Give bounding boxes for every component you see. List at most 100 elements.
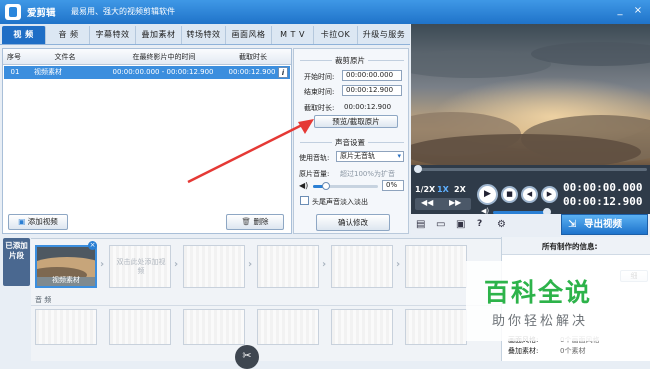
export-video-button[interactable]: ⇲ 导出视频 [561,214,648,235]
audio-slot [183,309,245,345]
timeline-empty-slot [331,245,393,288]
timeline-panel: 视频素材 × › 双击此处添加视频 › › › › 音 频 ✂ [31,238,501,369]
seek-bar[interactable] [414,165,647,173]
volume-knob[interactable] [322,182,330,190]
frame-step-bar: ◀◀ ▶▶ [415,198,471,210]
row-index: 01 [10,68,20,76]
next-frame-button[interactable]: ▶ [541,186,558,203]
end-time-label: 结束时间: [304,88,335,96]
timeline-drop-slot[interactable]: 双击此处添加视频 [109,245,171,288]
row-filename: 视频素材 [34,68,62,76]
video-preview[interactable] [411,24,650,165]
info-overlay-label: 叠加素材: [508,347,539,355]
trash-icon: 🗑 [241,217,252,226]
col-index: 序号 [7,53,21,61]
seek-knob[interactable] [414,165,422,173]
chevron-right-icon: › [322,259,327,270]
col-filename: 文件名 [54,53,76,61]
title-bar: 爱剪辑 最易用、强大的视频剪辑软件 _ × [0,0,650,24]
tab-transitions[interactable]: 转场特效 [182,26,226,44]
audio-slot [109,309,171,345]
app-name: 爱剪辑 [27,8,56,19]
app-slogan: 最易用、强大的视频剪辑软件 [71,7,175,16]
audio-track-value: 原片无音轨 [340,152,375,160]
add-video-label: 添加视频 [27,217,58,226]
duration-value: 00:00:12.900 [344,103,392,111]
preview-clip-button[interactable]: 预览/截取原片 [314,115,398,128]
save-icon[interactable]: ▣ [456,219,465,230]
total-time: 00:00:12.900 [563,195,643,208]
clip-section-title: 裁剪原片 [332,55,368,66]
app-logo-icon [5,4,21,20]
clip-label: 视频素材 [52,276,80,284]
row-time: 00:00:00.000 - 00:00:12.900 [112,68,214,76]
watermark-subtitle: 助你轻松解决 [492,314,589,329]
col-duration: 截取时长 [239,53,267,61]
delete-button[interactable]: 🗑 删除 [226,214,284,230]
open-folder-icon[interactable]: ▤ [416,219,425,230]
export-bar: ▤ ▭ ▣ ? ⚙ ⇲ 导出视频 [411,214,650,236]
audio-slot [331,309,393,345]
tab-mtv[interactable]: M T V [272,26,314,44]
tab-karaoke[interactable]: 卡拉OK [314,26,358,44]
close-button[interactable]: × [629,3,647,19]
volume-hint: 超过100%为扩音 [340,170,396,178]
speed-2x[interactable]: 2X [454,185,466,194]
watermark: 百科全说 助你轻松解决 [466,261,650,341]
clip-thumbnail [37,247,95,283]
volume-input[interactable]: 0% [382,180,404,191]
audio-section-title: 声音设置 [332,137,368,148]
delete-label: 删除 [253,217,269,226]
step-forward-icon[interactable]: ▶▶ [449,198,461,207]
start-time-label: 开始时间: [304,73,335,81]
scissors-icon[interactable]: ✂ [235,345,259,369]
annotation-arrow [187,119,314,184]
divider [31,305,501,306]
tab-overlay[interactable]: 叠加素材 [136,26,182,44]
confirm-button[interactable]: 确认修改 [316,214,390,231]
volume-slider[interactable] [313,182,378,190]
tab-subtitle-effects[interactable]: 字幕特效 [90,26,136,44]
chevron-right-icon: › [174,259,179,270]
info-header: 所有制作的信息: [502,237,650,255]
table-header: 序号 文件名 在最终影片中的时间 截取时长 [3,49,291,65]
fade-checkbox[interactable] [300,196,309,205]
timeline-empty-slot [405,245,467,288]
remove-clip-icon[interactable]: × [88,241,97,250]
preview-image [411,24,650,165]
info-title: 所有制作的信息: [542,242,598,251]
fade-label: 头尾声音淡入淡出 [312,198,368,206]
speed-half[interactable]: 1/2X [415,185,435,194]
watermark-title: 百科全说 [484,278,593,307]
export-icon: ⇲ [568,219,577,230]
audio-slot [405,309,467,345]
row-duration: 00:00:12.900 [228,68,276,76]
speed-1x[interactable]: 1X [437,185,449,194]
minimize-button[interactable]: _ [611,3,629,19]
audio-slot [257,309,319,345]
play-button[interactable]: ▶ [477,184,498,205]
help-icon[interactable]: ? [477,219,482,229]
tab-upgrade[interactable]: 升级与服务 [358,26,410,44]
col-time: 在最终影片中的时间 [132,53,196,61]
chevron-right-icon: › [100,259,105,270]
prev-frame-button[interactable]: ◀ [521,186,538,203]
new-project-icon[interactable]: ▭ [436,219,445,230]
added-clips-label: 已添加片段 [3,238,30,286]
tab-audio[interactable]: 音 频 [48,26,90,44]
add-video-button[interactable]: ▣ 添加视频 [8,214,68,230]
start-time-input[interactable]: 00:00:00.000 [342,70,402,81]
info-icon[interactable]: i [278,67,288,78]
table-row[interactable]: 01 视频素材 00:00:00.000 - 00:00:12.900 00:0… [4,66,290,79]
timeline-clip[interactable]: 视频素材 [35,245,97,288]
audio-track-select[interactable]: 原片无音轨 ▾ [336,151,404,162]
chevron-right-icon: › [248,259,253,270]
tab-styles[interactable]: 画面风格 [226,26,272,44]
stop-button[interactable]: ■ [501,186,518,203]
settings-icon[interactable]: ⚙ [497,219,506,230]
timeline-empty-slot [257,245,319,288]
tab-video[interactable]: 视 频 [2,26,46,44]
audio-track-title: 音 频 [35,296,52,304]
step-back-icon[interactable]: ◀◀ [421,198,433,207]
end-time-input[interactable]: 00:00:12.900 [342,85,402,96]
